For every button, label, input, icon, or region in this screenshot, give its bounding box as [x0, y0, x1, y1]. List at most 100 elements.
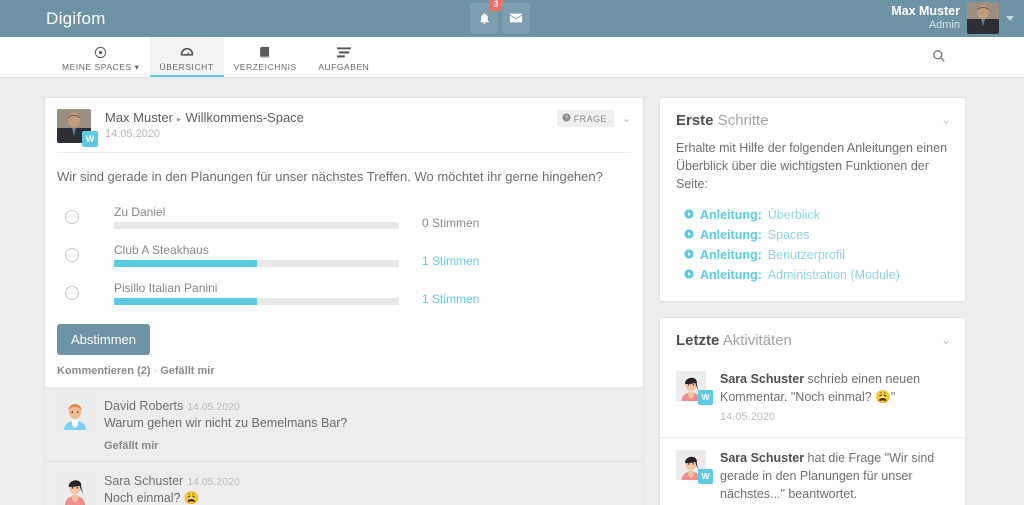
post-meta: Max Muster ▸ Willkommens-Space 14.05.2020 — [105, 109, 304, 140]
poll-progress-fill — [114, 298, 257, 305]
user-name-block: Max Muster Admin — [891, 4, 960, 31]
comment-item: David Roberts 14.05.2020 Warum gehen wir … — [45, 387, 643, 461]
user-role: Admin — [928, 18, 960, 31]
like-link[interactable]: Gefällt mir — [160, 365, 214, 377]
poll-progress-fill — [114, 260, 257, 267]
envelope-icon — [509, 11, 523, 25]
avatar[interactable] — [967, 2, 999, 34]
user-menu[interactable]: Max Muster Admin — [891, 2, 1014, 34]
post-breadcrumb: Max Muster ▸ Willkommens-Space — [105, 110, 304, 125]
poll-progress-bar — [114, 222, 399, 229]
space-badge: W — [698, 390, 713, 406]
post-author-avatar[interactable]: W — [57, 109, 98, 147]
nav-item-verzeichnis[interactable]: VERZEICHNIS — [224, 37, 307, 77]
nav-item-uebersicht[interactable]: ÜBERSICHT — [149, 37, 224, 77]
tasks-icon — [336, 46, 351, 59]
breadcrumb-separator-icon: ▸ — [176, 114, 182, 124]
guide-link-spaces[interactable]: Anleitung: Spaces — [676, 225, 949, 245]
poll-actions: Abstimmen — [45, 312, 643, 355]
nav-item-aufgaben[interactable]: AUFGABEN — [307, 37, 381, 77]
app-brand[interactable]: Digifom — [46, 9, 106, 29]
search-icon[interactable] — [932, 49, 946, 66]
poll: Zu Daniel 0 Stimmen Club A Steakhaus 1 S… — [45, 190, 643, 312]
status-badge-label: FRAGE — [573, 113, 607, 124]
activity-date: 14.05.2020 — [720, 410, 776, 423]
activity-item[interactable]: W Sara Schuster hat die Frage "Wir sind … — [660, 437, 965, 505]
caret-down-icon[interactable] — [1006, 15, 1014, 21]
svg-text:?: ? — [565, 116, 568, 122]
comment-link[interactable]: Kommentieren (2) — [57, 365, 151, 377]
activity-avatar: W — [676, 450, 713, 485]
nav-label: AUFGABEN — [318, 62, 370, 72]
chevron-down-icon[interactable]: ⌄ — [941, 333, 951, 347]
guide-link-ueberblick[interactable]: Anleitung: Überblick — [676, 205, 949, 225]
main-column: W Max Muster ▸ Willkommens-Space 14.05.202… — [44, 97, 644, 505]
poll-option-row[interactable]: Club A Steakhaus 1 Stimmen — [57, 236, 631, 274]
comment-item: Sara Schuster 14.05.2020 Noch einmal? 😩 — [45, 461, 643, 505]
notifications-button[interactable]: 3 — [470, 0, 503, 33]
guide-label: Benutzerprofil — [767, 248, 845, 263]
guide-prefix: Anleitung: — [700, 248, 762, 263]
chevron-down-icon[interactable]: ⌄ — [941, 113, 951, 127]
activity-body: Sara Schuster schrieb einen neuen Kommen… — [720, 371, 949, 425]
panel-header: Erste Schritte ⌄ — [660, 98, 965, 139]
poll-option-label: Zu Daniel — [114, 205, 166, 219]
poll-option-row[interactable]: Zu Daniel 0 Stimmen — [57, 198, 631, 236]
activities-panel: Letzte Aktivitäten ⌄ W Sara Schuster sch… — [659, 317, 966, 505]
post-space-name[interactable]: Willkommens-Space — [185, 110, 303, 125]
panel-title-light: Schritte — [717, 112, 769, 129]
messages-button[interactable] — [502, 3, 530, 33]
post-author-name[interactable]: Max Muster — [105, 110, 173, 125]
panel-header: Letzte Aktivitäten ⌄ — [660, 318, 965, 359]
comment-author[interactable]: Sara Schuster — [104, 474, 183, 488]
panel-body: Erhalte mit Hilfe der folgenden Anleitun… — [660, 139, 965, 301]
poll-option-body: Pisillo Italian Panini — [114, 281, 399, 305]
comment-author[interactable]: David Roberts — [104, 399, 183, 413]
bell-icon — [478, 12, 491, 25]
activity-item[interactable]: W Sara Schuster schrieb einen neuen Komm… — [660, 359, 965, 437]
space-badge[interactable]: W — [82, 131, 98, 147]
status-badge: ? FRAGE — [556, 110, 614, 127]
book-icon — [259, 46, 271, 59]
guide-prefix: Anleitung: — [700, 228, 762, 243]
chevron-down-icon[interactable]: ⌄ — [622, 112, 631, 125]
activity-author: Sara Schuster — [720, 372, 805, 387]
poll-vote-count[interactable]: 1 Stimmen — [422, 243, 479, 268]
poll-option-label: Club A Steakhaus — [114, 243, 209, 257]
radio-button[interactable] — [65, 248, 79, 262]
vote-button[interactable]: Abstimmen — [57, 324, 151, 355]
panel-title-strong: Erste — [676, 112, 714, 129]
play-circle-icon — [684, 209, 694, 222]
guide-link-administration[interactable]: Anleitung: Administration (Module) — [676, 265, 949, 285]
panel-title-strong: Letzte — [676, 332, 720, 350]
radio-button[interactable] — [65, 286, 79, 300]
avatar[interactable] — [59, 398, 91, 430]
play-circle-icon — [684, 249, 694, 262]
nav-item-meine-spaces[interactable]: MEINE SPACES ▾ — [52, 37, 150, 77]
comment-like-link[interactable]: Gefällt mir — [104, 440, 347, 452]
avatar[interactable] — [59, 473, 91, 505]
poll-progress-bar — [114, 298, 399, 305]
dashboard-icon — [180, 46, 194, 59]
comment-header: David Roberts 14.05.2020 — [104, 398, 347, 413]
topbar-icon-group: 3 — [470, 0, 530, 33]
poll-option-row[interactable]: Pisillo Italian Panini 1 Stimmen — [57, 274, 631, 312]
post-header-actions: ? FRAGE ⌄ — [556, 110, 631, 127]
guide-link-benutzerprofil[interactable]: Anleitung: Benutzerprofil — [676, 245, 949, 265]
poll-vote-count: 0 Stimmen — [422, 215, 480, 230]
comment-date: 14.05.2020 — [187, 401, 240, 413]
nav-label: ÜBERSICHT — [159, 62, 214, 72]
notifications-badge: 3 — [489, 0, 503, 11]
poll-vote-count[interactable]: 1 Stimmen — [422, 281, 479, 306]
target-icon — [94, 46, 107, 59]
nav-label: VERZEICHNIS — [233, 62, 297, 72]
poll-option-body: Zu Daniel — [114, 205, 399, 229]
post-card: W Max Muster ▸ Willkommens-Space 14.05.202… — [44, 97, 644, 505]
guide-label: Administration (Module) — [767, 268, 900, 283]
panel-title-light: Aktivitäten — [722, 332, 792, 350]
radio-button[interactable] — [65, 210, 79, 224]
getting-started-links: Anleitung: Überblick Anleitung: Spaces A… — [676, 205, 949, 285]
comments-list: David Roberts 14.05.2020 Warum gehen wir … — [45, 387, 643, 505]
post-question-text: Wir sind gerade in den Planungen für uns… — [57, 169, 603, 184]
guide-label: Überblick — [767, 208, 820, 223]
